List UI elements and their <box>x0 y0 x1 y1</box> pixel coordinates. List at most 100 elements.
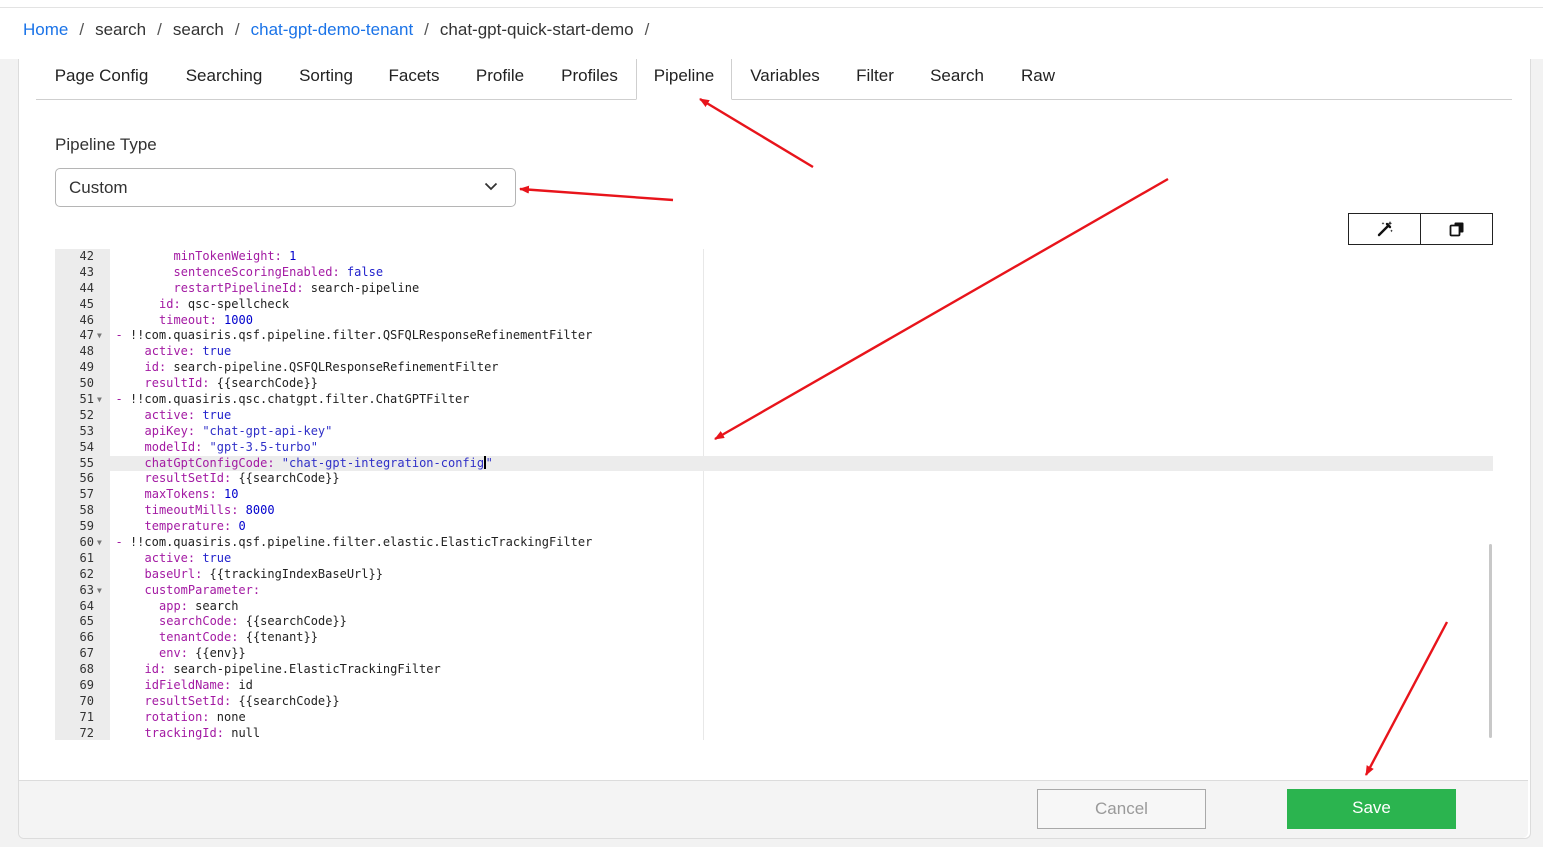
line-number: 55 <box>79 455 94 470</box>
code-text: timeoutMills: 8000 <box>144 503 275 518</box>
yaml-key: idFieldName <box>144 678 224 693</box>
yaml-key: active <box>144 344 188 359</box>
line-number: 51 <box>79 392 94 407</box>
code-line: 67 env: {{env}} <box>55 646 1493 662</box>
breadcrumb-separator: / <box>234 20 240 39</box>
line-number: 53 <box>79 423 94 438</box>
code-text: idFieldName: id <box>144 678 253 693</box>
yaml-key: maxTokens <box>144 487 210 502</box>
line-number: 72 <box>79 725 94 740</box>
code-line: 59 temperature: 0 <box>55 519 1493 535</box>
yaml-key: active <box>144 407 188 422</box>
yaml-tag: !!com.quasiris.qsf.pipeline.filter.QSFQL… <box>129 328 593 343</box>
code-line: 69 idFieldName: id <box>55 678 1493 694</box>
tab-sorting[interactable]: Sorting <box>281 59 371 99</box>
tab-search[interactable]: Search <box>912 59 1002 99</box>
breadcrumb-item[interactable]: chat-gpt-demo-tenant <box>251 20 414 40</box>
code-text: searchCode: {{searchCode}} <box>159 614 347 629</box>
code-lines: 42 minTokenWeight: 1 43 sentenceScoringEnab… <box>55 249 1493 742</box>
code-text: resultId: {{searchCode}} <box>144 376 318 391</box>
line-number: 61 <box>79 550 94 565</box>
yaml-key: id <box>144 360 159 375</box>
line-number: 65 <box>79 614 94 629</box>
breadcrumb-item[interactable]: Home <box>23 20 68 40</box>
tab-profile[interactable]: Profile <box>457 59 543 99</box>
code-line: 52 active: true <box>55 408 1493 424</box>
code-line: 61 active: true <box>55 551 1493 567</box>
yaml-value: null <box>231 725 261 740</box>
yaml-key: trackingId <box>144 725 217 740</box>
yaml-key: timeout <box>159 312 210 327</box>
fold-toggle-icon[interactable]: ▼ <box>97 535 102 551</box>
yaml-value: 10 <box>224 487 239 502</box>
yaml-key: temperature <box>144 519 224 534</box>
tab-facets[interactable]: Facets <box>371 59 457 99</box>
pipeline-type-label: Pipeline Type <box>55 135 157 154</box>
yaml-value: id <box>238 678 253 693</box>
cancel-button[interactable]: Cancel <box>1037 789 1206 829</box>
line-number: 52 <box>79 407 94 422</box>
code-line: 70 resultSetId: {{searchCode}} <box>55 694 1493 710</box>
tab-raw[interactable]: Raw <box>1002 59 1074 99</box>
tab-profiles[interactable]: Profiles <box>543 59 636 99</box>
tab-page-config[interactable]: Page Config <box>36 59 167 99</box>
yaml-value: "chat-gpt-integration-config " <box>281 455 493 470</box>
tab-pipeline[interactable]: Pipeline <box>636 59 732 100</box>
yaml-code-editor[interactable]: 42 minTokenWeight: 1 43 sentenceScoringEnab… <box>55 249 1493 740</box>
line-number: 46 <box>79 312 94 327</box>
yaml-key: minTokenWeight <box>173 249 275 263</box>
yaml-key: rotation <box>144 709 203 724</box>
yaml-value: true <box>202 407 232 422</box>
copy-button[interactable] <box>1420 214 1492 244</box>
line-number: 66 <box>79 630 94 645</box>
line-number: 57 <box>79 487 94 502</box>
breadcrumb-item: chat-gpt-quick-start-demo <box>439 20 634 39</box>
yaml-key: env <box>159 646 181 661</box>
code-text: id: search-pipeline.ElasticTrackingFilte… <box>144 662 441 677</box>
code-line: 45 id: qsc-spellcheck <box>55 297 1493 313</box>
code-line: 53 apiKey: "chat-gpt-api-key" <box>55 424 1493 440</box>
editor-scrollbar[interactable] <box>1489 544 1492 738</box>
code-text: baseUrl: {{trackingIndexBaseUrl}} <box>144 566 383 581</box>
fold-toggle-icon[interactable]: ▼ <box>97 392 102 408</box>
tab-bar: Page Config Searching Sorting Facets Profile… <box>36 59 1512 100</box>
code-line: 42 minTokenWeight: 1 <box>55 249 1493 265</box>
breadcrumb-separator: / <box>157 20 162 39</box>
yaml-key: resultId <box>144 376 203 391</box>
fold-toggle-icon[interactable]: ▼ <box>97 328 102 344</box>
yaml-key: restartPipelineId <box>173 280 297 295</box>
magic-wand-icon <box>1377 221 1393 237</box>
line-number: 42 <box>79 249 94 263</box>
breadcrumb: Home / search / search / chat-gpt-demo-tenant /… <box>23 20 660 40</box>
line-number: 63 <box>79 582 94 597</box>
yaml-value: {{searchCode}} <box>238 471 340 486</box>
yaml-key: baseUrl <box>144 566 196 581</box>
line-number: 58 <box>79 503 94 518</box>
code-text: - !!com.quasiris.qsc.chatgpt.filter.Chat… <box>115 392 470 407</box>
breadcrumb-item: search <box>172 20 224 39</box>
pipeline-type-select[interactable]: Custom <box>55 168 516 207</box>
tab-variables[interactable]: Variables <box>732 59 838 99</box>
code-text: app: search <box>159 598 239 613</box>
code-line: 56 resultSetId: {{searchCode}} <box>55 471 1493 487</box>
code-line: 58 timeoutMills: 8000 <box>55 503 1493 519</box>
fold-toggle-icon[interactable]: ▼ <box>97 583 102 599</box>
tab-filter[interactable]: Filter <box>838 59 912 99</box>
code-text: active: true <box>144 550 232 565</box>
yaml-value: 0 <box>238 519 246 534</box>
yaml-key: modelId <box>144 439 196 454</box>
code-text: restartPipelineId: search-pipeline <box>173 280 420 295</box>
yaml-value: {{tenant}} <box>245 630 318 645</box>
beautify-button[interactable] <box>1349 214 1420 244</box>
line-number: 49 <box>79 360 94 375</box>
yaml-value: {{searchCode}} <box>238 693 340 708</box>
code-text: resultSetId: {{searchCode}} <box>144 693 340 708</box>
code-text: apiKey: "chat-gpt-api-key" <box>144 423 333 438</box>
line-number: 59 <box>79 519 94 534</box>
code-text: chatGptConfigCode: "chat-gpt-integration… <box>144 455 493 470</box>
save-button[interactable]: Save <box>1287 789 1456 829</box>
yaml-tag: !!com.quasiris.qsf.pipeline.filter.elast… <box>129 535 593 550</box>
code-text: trackingId: null <box>144 725 261 740</box>
tab-searching[interactable]: Searching <box>167 59 281 99</box>
yaml-value: qsc-spellcheck <box>187 296 290 311</box>
